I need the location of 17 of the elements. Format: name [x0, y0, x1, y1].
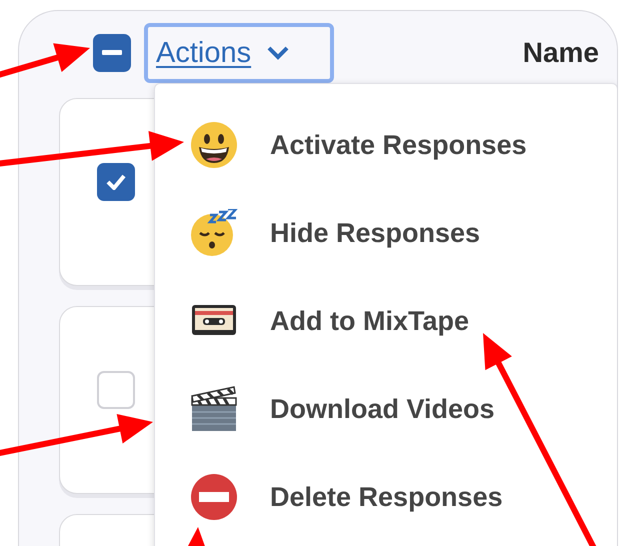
- menu-item-label[interactable]: Activate Responses: [270, 130, 527, 160]
- checkmark-icon: [106, 174, 126, 190]
- menu-item-label[interactable]: Download Videos: [270, 394, 495, 424]
- menu-item-label[interactable]: Hide Responses: [270, 218, 480, 248]
- menu-item-label[interactable]: Delete Responses: [270, 482, 503, 512]
- minus-icon: [102, 50, 122, 56]
- column-heading: Name: [522, 37, 599, 69]
- sleeping-face-icon: [190, 209, 238, 257]
- clapperboard-icon: [190, 385, 238, 433]
- row-checkbox[interactable]: [97, 371, 135, 409]
- chevron-down-icon: [267, 46, 290, 60]
- select-all-checkbox[interactable]: [93, 34, 131, 72]
- grinning-face-icon: [190, 121, 238, 169]
- actions-dropdown-button[interactable]: Actions: [144, 23, 334, 83]
- no-entry-icon: [190, 473, 238, 521]
- menu-item-label[interactable]: Add to MixTape: [270, 306, 469, 336]
- row-checkbox[interactable]: [97, 163, 135, 201]
